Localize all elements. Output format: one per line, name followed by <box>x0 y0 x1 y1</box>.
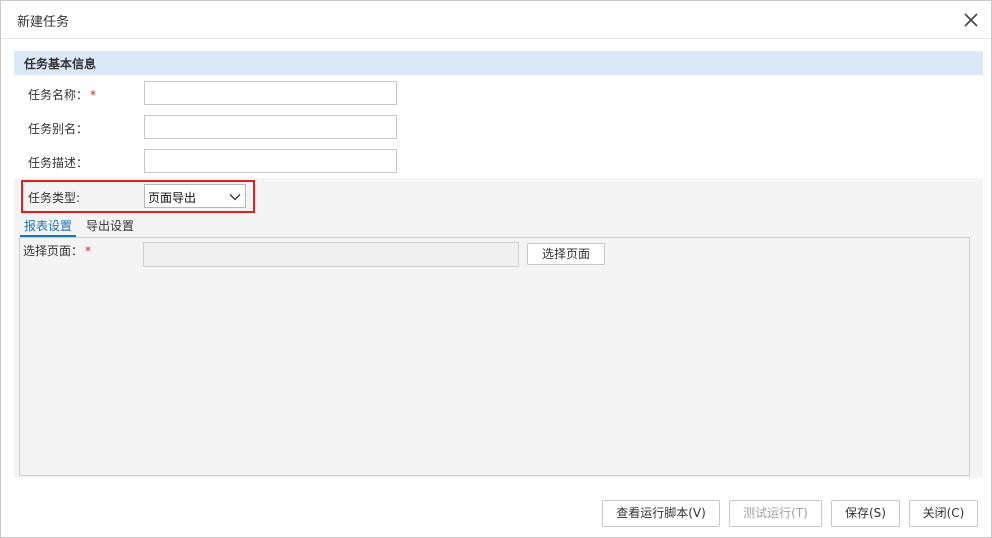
dialog-titlebar: 新建任务 <box>1 1 991 39</box>
task-name-input[interactable] <box>144 81 397 105</box>
tab-report-settings[interactable]: 报表设置 <box>20 217 77 237</box>
task-name-label: 任务名称： * <box>28 86 96 103</box>
required-mark: * <box>85 244 92 258</box>
close-dialog-button[interactable]: 关闭(C) <box>909 500 978 527</box>
view-run-script-button[interactable]: 查看运行脚本(V) <box>602 500 720 527</box>
task-description-input[interactable] <box>144 149 397 173</box>
task-description-label: 任务描述： <box>28 156 89 170</box>
select-page-label: 选择页面： * <box>23 242 91 259</box>
save-button[interactable]: 保存(S) <box>831 500 900 527</box>
section-header: 任务基本信息 <box>14 51 983 75</box>
test-run-button[interactable]: 测试运行(T) <box>729 500 822 527</box>
task-alias-input[interactable] <box>144 115 397 139</box>
close-button[interactable] <box>961 10 981 30</box>
dialog-title: 新建任务 <box>17 15 70 30</box>
task-type-highlight <box>21 180 255 213</box>
select-page-label-text: 选择页面： <box>23 244 84 258</box>
close-icon <box>964 13 978 27</box>
selected-page-field <box>143 242 519 267</box>
task-alias-label: 任务别名： <box>28 122 89 136</box>
select-page-button[interactable]: 选择页面 <box>527 243 605 265</box>
tab-export-settings[interactable]: 导出设置 <box>86 217 134 237</box>
section-title: 任务基本信息 <box>24 57 97 71</box>
report-settings-panel <box>19 237 970 476</box>
required-mark: * <box>90 88 97 102</box>
new-task-dialog: 新建任务 任务基本信息 任务名称： * 任务别名： 任务描述： 任务类型: 页面导… <box>0 0 992 538</box>
task-name-label-text: 任务名称： <box>28 88 89 102</box>
